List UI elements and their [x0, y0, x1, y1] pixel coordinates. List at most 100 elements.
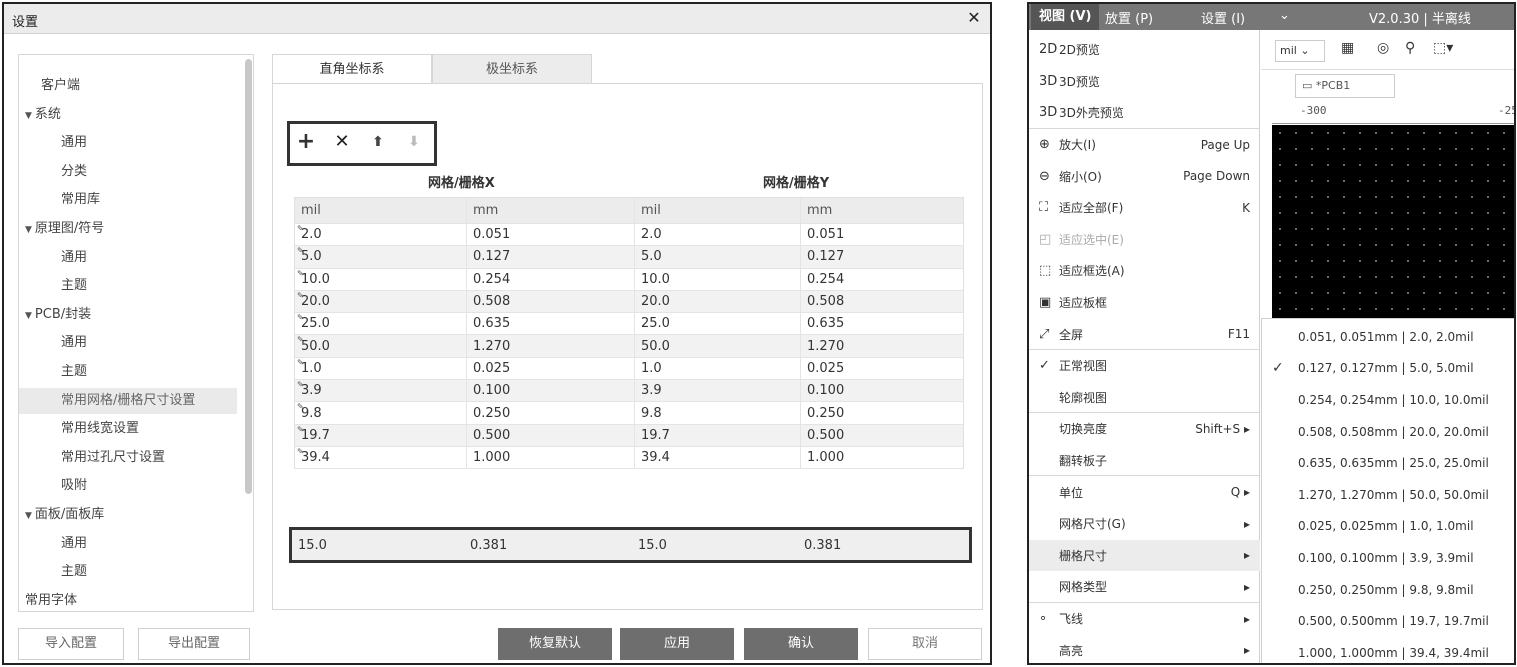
expand-triangle-icon[interactable]: ▼ — [25, 111, 32, 121]
table-cell[interactable]: ✎ 9.8 — [295, 402, 467, 424]
table-cell[interactable]: 0.250 — [467, 402, 635, 424]
table-row[interactable]: ✎ 9.8 0.250 9.8 0.250 — [295, 402, 963, 425]
view-menu-item[interactable]: 栅格尺寸 ▸ — [1029, 539, 1260, 572]
table-cell[interactable]: 15.0 — [632, 538, 798, 553]
table-cell[interactable]: 50.0 — [635, 335, 801, 357]
tree-item[interactable]: ▼ PCB/封装 — [19, 302, 237, 328]
table-cell[interactable]: 0.100 — [467, 380, 635, 402]
view-menu-item[interactable]: 轮廓视图 — [1029, 382, 1260, 414]
tab-polar[interactable]: 极坐标系 — [432, 54, 592, 84]
grid-size-option[interactable]: 0.500, 0.500mm | 19.7, 19.7mil — [1262, 605, 1514, 637]
table-cell[interactable]: 1.270 — [467, 335, 635, 357]
grid-icon[interactable]: ▦ — [1341, 40, 1354, 56]
cancel-button[interactable]: 取消 — [868, 628, 982, 660]
apply-button[interactable]: 应用 — [620, 628, 734, 660]
tree-item[interactable]: ▼ 原理图/符号 — [19, 216, 237, 242]
table-cell[interactable]: ✎ 39.4 — [295, 446, 467, 469]
menu-place[interactable]: 放置 (P) — [1105, 8, 1153, 27]
view-menu-item[interactable]: ▣ 适应板框 — [1029, 287, 1260, 319]
table-cell[interactable]: ✎ 10.0 — [295, 268, 467, 290]
grid-size-option[interactable]: 0.025, 0.025mm | 1.0, 1.0mil — [1262, 511, 1514, 543]
table-row[interactable]: ✎ 19.7 0.500 19.7 0.500 — [295, 424, 963, 447]
unit-select[interactable]: mil ⌄ — [1275, 40, 1325, 62]
table-cell[interactable]: 0.635 — [467, 313, 635, 335]
tab-cartesian[interactable]: 直角坐标系 — [272, 54, 432, 84]
table-cell[interactable]: 1.000 — [467, 446, 635, 469]
tree-item[interactable]: 常用线宽设置 — [19, 416, 237, 442]
tree-item[interactable]: 通用 — [19, 130, 237, 156]
table-cell[interactable]: ✎ 2.0 — [295, 224, 467, 246]
view-menu-item[interactable]: 切换亮度 Shift+S ▸ — [1029, 413, 1260, 445]
grid-size-option[interactable]: 1.000, 1.000mm | 39.4, 39.4mil — [1262, 637, 1514, 663]
table-cell[interactable]: 0.051 — [467, 224, 635, 246]
table-row[interactable]: ✎ 10.0 0.254 10.0 0.254 — [295, 268, 963, 291]
grid-size-option[interactable]: ✓ 0.127, 0.127mm | 5.0, 5.0mil — [1262, 353, 1514, 385]
table-cell[interactable]: 0.025 — [467, 357, 635, 380]
view-menu-item[interactable]: ⊖ 缩小(O) Page Down — [1029, 160, 1260, 192]
grid-size-option[interactable]: 0.250, 0.250mm | 9.8, 9.8mil — [1262, 574, 1514, 606]
table-cell[interactable]: 9.8 — [635, 402, 801, 424]
view-menu-item[interactable]: 2D 2D预览 — [1029, 34, 1260, 66]
expand-triangle-icon[interactable]: ▼ — [25, 511, 32, 521]
expand-triangle-icon[interactable]: ▼ — [25, 311, 32, 321]
view-menu-item[interactable]: ✓ 正常视图 — [1029, 350, 1260, 382]
grid-size-option[interactable]: 1.270, 1.270mm | 50.0, 50.0mil — [1262, 479, 1514, 511]
table-cell[interactable]: 0.250 — [801, 402, 963, 423]
view-menu-item[interactable]: 3D 3D预览 — [1029, 66, 1260, 98]
tree-item[interactable]: 主题 — [19, 359, 237, 385]
tree-item[interactable]: 常用网格/栅格尺寸设置 — [19, 387, 237, 414]
new-row[interactable]: 15.0 0.381 15.0 0.381 — [289, 527, 972, 563]
table-cell[interactable]: 5.0 — [635, 246, 801, 268]
table-cell[interactable]: 2.0 — [635, 224, 801, 246]
table-cell[interactable]: 0.051 — [801, 224, 963, 245]
table-cell[interactable]: 25.0 — [635, 313, 801, 335]
table-cell[interactable]: 19.7 — [635, 424, 801, 446]
table-cell[interactable]: 0.508 — [801, 291, 963, 312]
table-cell[interactable]: 1.000 — [801, 447, 963, 468]
table-cell[interactable]: 20.0 — [635, 290, 801, 313]
restore-default-button[interactable]: 恢复默认 — [498, 628, 612, 660]
table-row[interactable]: ✎ 20.0 0.508 20.0 0.508 — [295, 290, 963, 314]
table-cell[interactable]: ✎ 1.0 — [295, 357, 467, 380]
add-icon[interactable]: + — [294, 130, 318, 154]
table-cell[interactable]: 0.100 — [801, 380, 963, 401]
view-menu-item[interactable]: 网格类型 ▸ — [1029, 571, 1260, 603]
table-row[interactable]: ✎ 1.0 0.025 1.0 0.025 — [295, 357, 963, 381]
table-cell[interactable]: 39.4 — [635, 446, 801, 469]
table-cell[interactable]: 0.127 — [467, 246, 635, 268]
tree-item[interactable]: 主题 — [19, 559, 237, 585]
table-row[interactable]: ✎ 25.0 0.635 25.0 0.635 — [295, 313, 963, 336]
table-cell[interactable]: 10.0 — [635, 268, 801, 290]
expand-triangle-icon[interactable]: ▼ — [25, 225, 32, 235]
frame-icon[interactable]: ⬚▾ — [1433, 40, 1453, 56]
view-menu-item[interactable]: 3D 3D外壳预览 — [1029, 97, 1260, 129]
view-menu-item[interactable]: 翻转板子 — [1029, 445, 1260, 477]
tree-item[interactable]: 吸附 — [19, 473, 237, 499]
table-cell[interactable]: 0.635 — [801, 313, 963, 334]
close-icon[interactable]: ✕ — [964, 8, 984, 27]
chevron-down-icon[interactable]: ⌄ — [1279, 8, 1290, 23]
tree-item[interactable]: 常用库 — [19, 187, 237, 213]
table-cell[interactable]: ✎ 19.7 — [295, 424, 467, 446]
view-menu-item[interactable]: ⊕ 放大(I) Page Up — [1029, 129, 1260, 161]
pin-icon[interactable]: ⚲ — [1405, 40, 1415, 56]
table-cell[interactable]: 3.9 — [635, 380, 801, 402]
table-cell[interactable]: 1.0 — [635, 357, 801, 380]
table-cell[interactable]: 0.381 — [464, 538, 632, 553]
tree-item[interactable]: 通用 — [19, 531, 237, 557]
table-cell[interactable]: ✎ 20.0 — [295, 290, 467, 313]
tree-item[interactable]: ▼ 面板/面板库 — [19, 502, 237, 528]
tree-item[interactable]: 常用过孔尺寸设置 — [19, 445, 237, 471]
import-config-button[interactable]: 导入配置 — [18, 628, 124, 660]
table-row[interactable]: ✎ 39.4 1.000 39.4 1.000 — [295, 446, 963, 470]
tree-item[interactable]: ▼ 系统 — [19, 102, 237, 128]
view-menu-item[interactable]: ⬚ 适应框选(A) — [1029, 255, 1260, 287]
view-menu-item[interactable]: 网格尺寸(G) ▸ — [1029, 508, 1260, 540]
grid-size-option[interactable]: 0.051, 0.051mm | 2.0, 2.0mil — [1262, 321, 1514, 353]
tree-item[interactable]: 常用字体 — [19, 588, 237, 611]
tree-item[interactable]: 主题 — [19, 273, 237, 299]
table-cell[interactable]: 1.270 — [801, 335, 963, 356]
table-cell[interactable]: 15.0 — [292, 538, 464, 553]
tree-item[interactable]: 通用 — [19, 330, 237, 356]
tree-item[interactable]: 分类 — [19, 159, 237, 185]
